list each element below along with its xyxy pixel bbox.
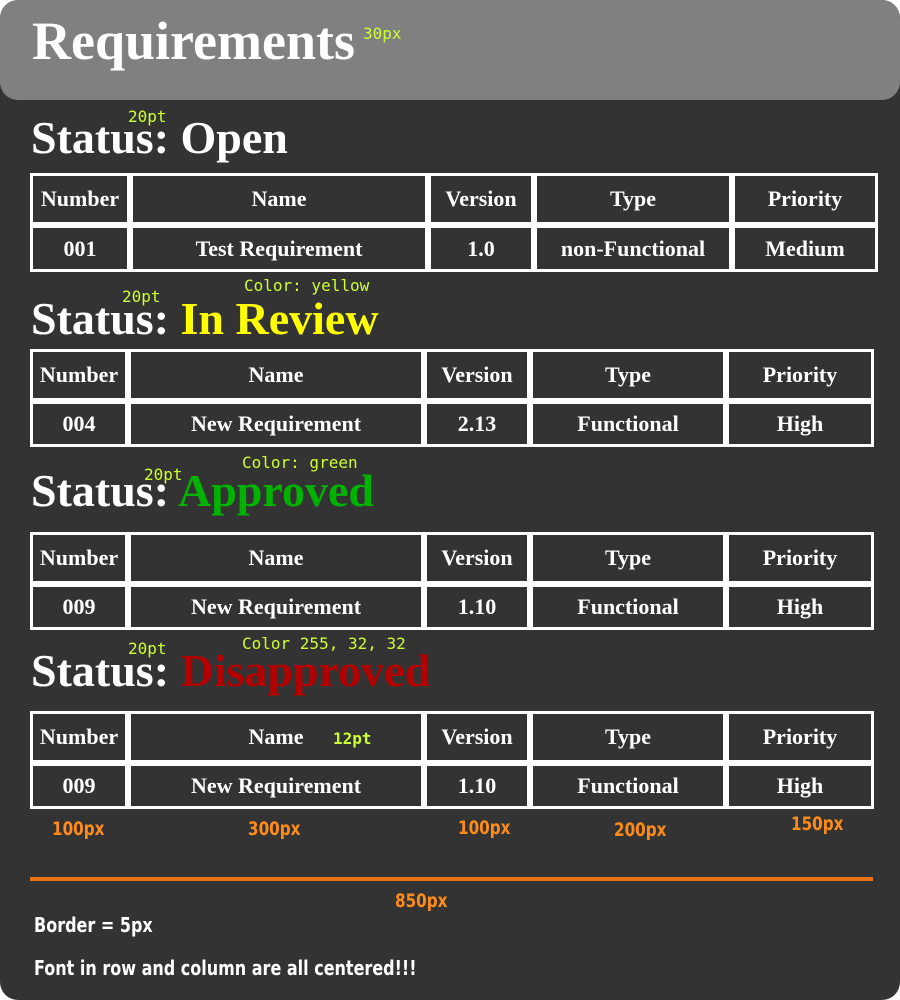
table-row: 001 Test Requirement 1.0 non-Functional … (30, 225, 878, 272)
status-label: Status: (31, 112, 181, 163)
col-header-version: Version (424, 349, 530, 401)
status-value-disapproved: Disapproved (180, 645, 431, 696)
col-header-type: Type (530, 349, 726, 401)
cell-number: 009 (30, 763, 128, 809)
status-color-annotation: Color: yellow (244, 276, 370, 295)
table-row: 009 New Requirement 1.10 Functional High (30, 584, 874, 630)
col-header-number: Number (30, 173, 130, 225)
status-label: Status: (31, 645, 181, 696)
col-width-label-number: 100px (52, 818, 105, 840)
requirements-panel: Requirements 30px 20pt Status: Open Numb… (0, 0, 900, 1000)
cell-version: 2.13 (424, 401, 530, 447)
cell-type: non-Functional (534, 225, 732, 272)
requirements-table-open: Number Name Version Type Priority 001 Te… (30, 173, 878, 272)
col-width-label-priority: 150px (791, 813, 844, 835)
col-header-name: Name (128, 349, 424, 401)
table-header-row: Number Name Version Type Priority (30, 349, 874, 401)
status-heading-approved: Status: Approved (31, 468, 374, 514)
cell-number: 004 (30, 401, 128, 447)
table-header-row: Number Name Version Type Priority (30, 532, 874, 584)
cell-name: New Requirement (128, 584, 424, 630)
header-bar: Requirements 30px (0, 0, 900, 100)
col-header-type: Type (530, 711, 726, 763)
col-header-priority: Priority (726, 711, 874, 763)
col-header-name-label: Name (248, 724, 304, 749)
cell-version: 1.10 (424, 584, 530, 630)
cell-version: 1.0 (428, 225, 534, 272)
col-header-number: Number (30, 532, 128, 584)
col-header-priority: Priority (726, 532, 874, 584)
cell-version: 1.10 (424, 763, 530, 809)
status-heading-open: Status: Open (31, 115, 288, 161)
col-header-number: Number (30, 349, 128, 401)
cell-name: Test Requirement (130, 225, 428, 272)
status-value-open: Open (180, 112, 288, 163)
col-header-name: Name 12pt (128, 711, 424, 763)
col-header-version: Version (428, 173, 534, 225)
total-width-label: 850px (395, 890, 448, 912)
col-header-priority: Priority (732, 173, 878, 225)
cell-type: Functional (530, 584, 726, 630)
cell-priority: High (726, 401, 874, 447)
cell-priority: Medium (732, 225, 878, 272)
cell-type: Functional (530, 763, 726, 809)
col-header-name: Name (130, 173, 428, 225)
status-heading-disapproved: Status: Disapproved (31, 648, 430, 694)
col-header-number: Number (30, 711, 128, 763)
requirements-table-in-review: Number Name Version Type Priority 004 Ne… (30, 349, 874, 447)
table-row: 004 New Requirement 2.13 Functional High (30, 401, 874, 447)
total-width-rule (30, 877, 873, 881)
col-width-label-type: 200px (614, 819, 667, 841)
col-header-version: Version (424, 711, 530, 763)
table-header-row: Number Name Version Type Priority (30, 173, 878, 225)
header-font-size-annotation: 12pt (333, 729, 372, 748)
page-title: Requirements (32, 11, 355, 71)
alignment-note: Font in row and column are all centered!… (34, 956, 417, 980)
col-header-type: Type (534, 173, 732, 225)
table-header-row: Number Name 12pt Version Type Priority (30, 711, 874, 763)
cell-number: 009 (30, 584, 128, 630)
requirements-table-approved: Number Name Version Type Priority 009 Ne… (30, 532, 874, 630)
requirements-table-disapproved: Number Name 12pt Version Type Priority 0… (30, 711, 874, 809)
col-header-priority: Priority (726, 349, 874, 401)
status-value-in-review: In Review (180, 293, 379, 344)
col-width-label-version: 100px (458, 817, 511, 839)
table-row: 009 New Requirement 1.10 Functional High (30, 763, 874, 809)
col-header-name: Name (128, 532, 424, 584)
cell-priority: High (726, 763, 874, 809)
status-heading-in-review: Status: In Review (31, 296, 379, 342)
cell-priority: High (726, 584, 874, 630)
status-value-approved: Approved (177, 465, 374, 516)
col-header-type: Type (530, 532, 726, 584)
col-header-version: Version (424, 532, 530, 584)
status-label: Status: (31, 293, 181, 344)
title-size-annotation: 30px (363, 24, 402, 43)
status-label: Status: (31, 465, 178, 516)
cell-name: New Requirement (128, 401, 424, 447)
border-note: Border = 5px (34, 913, 153, 937)
cell-number: 001 (30, 225, 130, 272)
cell-name: New Requirement (128, 763, 424, 809)
col-width-label-name: 300px (248, 818, 301, 840)
cell-type: Functional (530, 401, 726, 447)
